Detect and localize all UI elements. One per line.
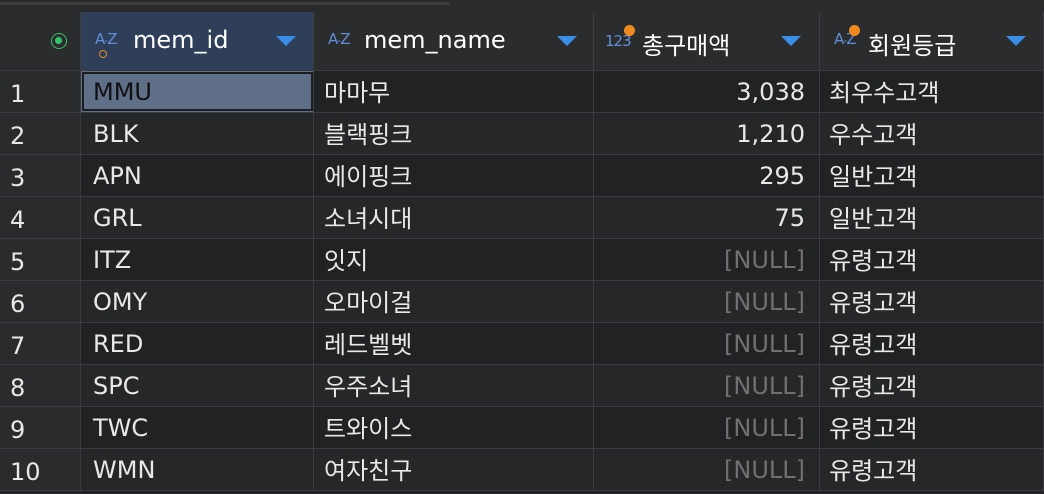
cell-grade[interactable]: 일반고객: [820, 155, 1044, 196]
sort-dropdown-icon[interactable]: [781, 36, 801, 46]
text-type-icon: A-Z: [328, 30, 351, 48]
cell-mem-id[interactable]: APN: [81, 155, 314, 196]
grid-header: A-Z mem_id A-Z mem_name 123 총구매액 A-Z 회원등…: [0, 12, 1044, 71]
cell-mem-name[interactable]: 잇지: [314, 239, 594, 280]
cell-mem-name[interactable]: 오마이걸: [314, 281, 594, 322]
cell-mem-id[interactable]: TWC: [81, 407, 314, 448]
table-row[interactable]: 1 MMU 마마무 3,038 최우수고객: [0, 71, 1044, 113]
table-row[interactable]: 6 OMY 오마이걸 [NULL] 유령고객: [0, 281, 1044, 323]
cell-total-purchase[interactable]: [NULL]: [594, 323, 820, 364]
cell-mem-name[interactable]: 우주소녀: [314, 365, 594, 406]
cell-total-purchase[interactable]: [NULL]: [594, 449, 820, 490]
column-label: 총구매액: [642, 32, 731, 60]
cell-grade[interactable]: 최우수고객: [820, 71, 1044, 112]
cell-grade[interactable]: 유령고객: [820, 365, 1044, 406]
cell-mem-name[interactable]: 에이핑크: [314, 155, 594, 196]
row-number[interactable]: 2: [0, 113, 81, 154]
row-number[interactable]: 3: [0, 155, 81, 196]
table-row[interactable]: 3 APN 에이핑크 295 일반고객: [0, 155, 1044, 197]
table-row[interactable]: 7 RED 레드벨벳 [NULL] 유령고객: [0, 323, 1044, 365]
table-row[interactable]: 10 WMN 여자친구 [NULL] 유령고객: [0, 449, 1044, 491]
column-label: 회원등급: [868, 32, 957, 60]
table-row[interactable]: 2 BLK 블랙핑크 1,210 우수고객: [0, 113, 1044, 155]
cell-total-purchase[interactable]: 1,210: [594, 113, 820, 154]
row-number[interactable]: 5: [0, 239, 81, 280]
grid-body: 1 MMU 마마무 3,038 최우수고객 2 BLK 블랙핑크 1,210 우…: [0, 71, 1044, 491]
column-header-mem-name[interactable]: A-Z mem_name: [314, 12, 594, 70]
cell-mem-name[interactable]: 마마무: [314, 71, 594, 112]
cell-mem-id[interactable]: MMU: [81, 71, 314, 112]
cell-mem-name[interactable]: 소녀시대: [314, 197, 594, 238]
column-label: mem_id: [133, 26, 229, 54]
cell-total-purchase[interactable]: [NULL]: [594, 239, 820, 280]
cell-grade[interactable]: 유령고객: [820, 323, 1044, 364]
computed-column-dot-icon: [849, 25, 860, 36]
computed-column-dot-icon: [624, 25, 635, 36]
row-number[interactable]: 9: [0, 407, 81, 448]
cell-mem-id[interactable]: SPC: [81, 365, 314, 406]
cell-total-purchase[interactable]: 295: [594, 155, 820, 196]
cell-mem-id[interactable]: RED: [81, 323, 314, 364]
row-number[interactable]: 1: [0, 71, 81, 112]
sort-dropdown-icon[interactable]: [557, 36, 577, 46]
cell-total-purchase[interactable]: 75: [594, 197, 820, 238]
scrollbar-thumb[interactable]: [0, 2, 450, 5]
column-header-mem-id[interactable]: A-Z mem_id: [81, 12, 314, 70]
row-number[interactable]: 4: [0, 197, 81, 238]
row-number[interactable]: 10: [0, 449, 81, 490]
cell-grade[interactable]: 유령고객: [820, 449, 1044, 490]
row-number[interactable]: 8: [0, 365, 81, 406]
select-all-radio-icon[interactable]: [51, 33, 67, 49]
sort-dropdown-icon[interactable]: [1006, 36, 1026, 46]
top-scrollbar[interactable]: [0, 0, 1044, 12]
cell-grade[interactable]: 일반고객: [820, 197, 1044, 238]
table-row[interactable]: 9 TWC 트와이스 [NULL] 유령고객: [0, 407, 1044, 449]
cell-mem-name[interactable]: 레드벨벳: [314, 323, 594, 364]
cell-grade[interactable]: 유령고객: [820, 281, 1044, 322]
column-header-grade[interactable]: A-Z 회원등급: [820, 12, 1044, 70]
cell-grade[interactable]: 유령고객: [820, 239, 1044, 280]
text-type-icon: A-Z: [95, 30, 118, 48]
cell-total-purchase[interactable]: 3,038: [594, 71, 820, 112]
row-number-header: [0, 12, 81, 70]
cell-mem-id[interactable]: OMY: [81, 281, 314, 322]
column-header-total-purchase[interactable]: 123 총구매액: [594, 12, 820, 70]
cell-mem-id[interactable]: GRL: [81, 197, 314, 238]
cell-mem-id[interactable]: ITZ: [81, 239, 314, 280]
row-number[interactable]: 7: [0, 323, 81, 364]
row-number[interactable]: 6: [0, 281, 81, 322]
result-grid: A-Z mem_id A-Z mem_name 123 총구매액 A-Z 회원등…: [0, 0, 1044, 494]
sort-dropdown-icon[interactable]: [276, 36, 296, 46]
table-row[interactable]: 5 ITZ 잇지 [NULL] 유령고객: [0, 239, 1044, 281]
cell-total-purchase[interactable]: [NULL]: [594, 407, 820, 448]
cell-mem-id[interactable]: WMN: [81, 449, 314, 490]
cell-grade[interactable]: 유령고객: [820, 407, 1044, 448]
cell-total-purchase[interactable]: [NULL]: [594, 281, 820, 322]
cell-mem-id[interactable]: BLK: [81, 113, 314, 154]
cell-mem-name[interactable]: 블랙핑크: [314, 113, 594, 154]
cell-mem-name[interactable]: 여자친구: [314, 449, 594, 490]
cell-mem-name[interactable]: 트와이스: [314, 407, 594, 448]
table-row[interactable]: 4 GRL 소녀시대 75 일반고객: [0, 197, 1044, 239]
key-icon: [99, 50, 107, 58]
cell-grade[interactable]: 우수고객: [820, 113, 1044, 154]
column-label: mem_name: [364, 26, 506, 54]
cell-total-purchase[interactable]: [NULL]: [594, 365, 820, 406]
table-row[interactable]: 8 SPC 우주소녀 [NULL] 유령고객: [0, 365, 1044, 407]
